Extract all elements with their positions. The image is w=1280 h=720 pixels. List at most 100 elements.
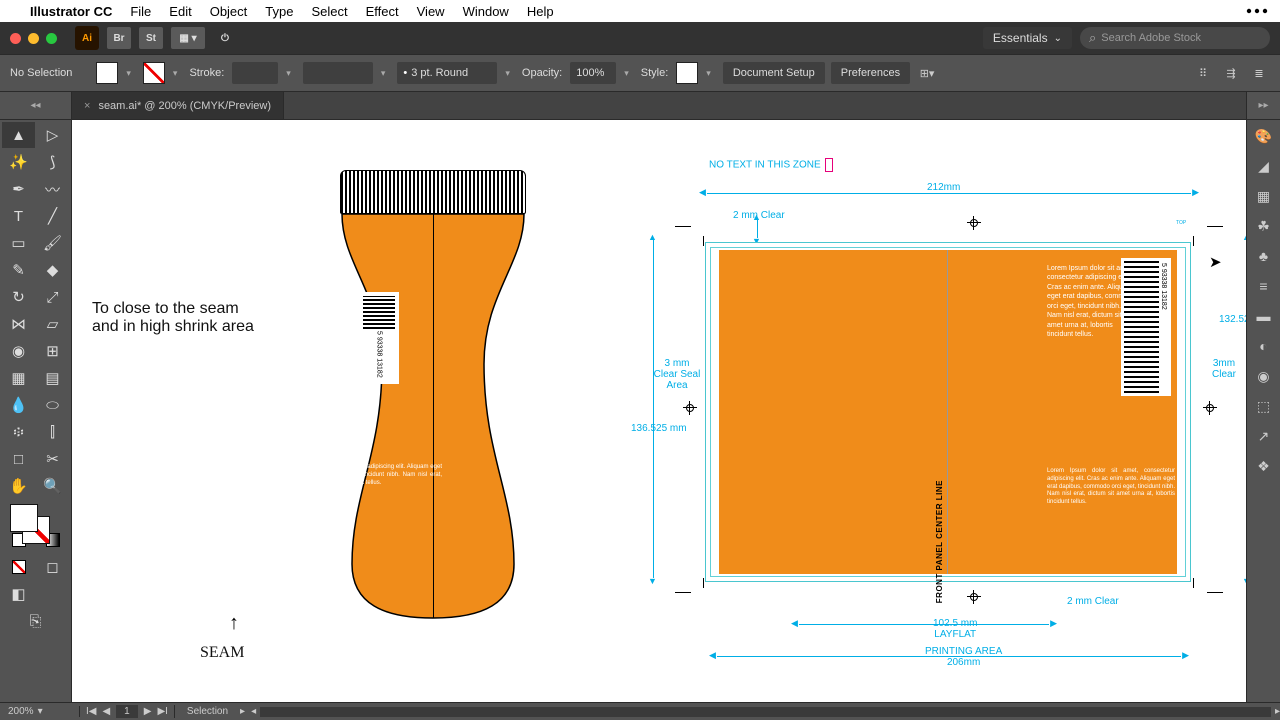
stock-button[interactable]: St bbox=[139, 27, 163, 49]
brush-field[interactable]: •3 pt. Round bbox=[397, 62, 497, 84]
perspective-tool[interactable]: ⊞ bbox=[36, 338, 69, 364]
preferences-button[interactable]: Preferences bbox=[831, 62, 910, 84]
annotation-text: To close to the seamand in high shrink a… bbox=[92, 300, 254, 336]
fill-swatch[interactable] bbox=[96, 62, 118, 84]
current-tool-label: Selection bbox=[175, 706, 240, 717]
mesh-tool[interactable]: ▦ bbox=[2, 365, 35, 391]
horizontal-scrollbar[interactable] bbox=[260, 707, 1271, 717]
close-tab-icon[interactable]: × bbox=[84, 100, 90, 112]
fill-dropdown-icon[interactable]: ▾ bbox=[126, 68, 131, 79]
arrange-documents-button[interactable]: ▦ ▾ bbox=[171, 27, 205, 49]
appearance-panel-icon[interactable]: ◉ bbox=[1254, 366, 1274, 386]
menu-type[interactable]: Type bbox=[265, 4, 293, 19]
fill-stroke-control[interactable] bbox=[2, 500, 69, 554]
app-chrome-bar: Ai Br St ▦ ▾ ⏻ Essentials Search Adobe S… bbox=[0, 22, 1280, 54]
column-graph-tool[interactable]: ⫿ bbox=[36, 419, 69, 445]
align-panel-icon[interactable]: ⇶ bbox=[1220, 62, 1242, 84]
zoom-tool[interactable]: 🔍 bbox=[36, 473, 69, 499]
macos-menubar: Illustrator CC File Edit Object Type Sel… bbox=[0, 0, 1280, 22]
stroke-swatch[interactable] bbox=[143, 62, 165, 84]
pen-tool[interactable]: ✒ bbox=[2, 176, 35, 202]
paintbrush-tool[interactable]: 🖌 bbox=[36, 230, 69, 256]
draw-mode-normal[interactable]: ◻ bbox=[36, 554, 69, 580]
artwork-dieline: NO TEXT IN THIS ZONE 212mm 2 mm Clear TO… bbox=[627, 158, 1246, 702]
menu-effect[interactable]: Effect bbox=[366, 4, 399, 19]
style-label: Style: bbox=[641, 67, 669, 79]
libraries-panel-icon[interactable]: ↗ bbox=[1254, 426, 1274, 446]
brushes-panel-icon[interactable]: ☘ bbox=[1254, 216, 1274, 236]
gradient-tool[interactable]: ▤ bbox=[36, 365, 69, 391]
transparency-panel-icon[interactable]: ◐ bbox=[1254, 336, 1274, 356]
app-menu[interactable]: Illustrator CC bbox=[30, 4, 112, 19]
zoom-level[interactable]: 200%▾ bbox=[0, 706, 80, 717]
gpu-preview-button[interactable]: ⏻ bbox=[213, 27, 237, 49]
scale-tool[interactable]: ⤢ bbox=[36, 284, 69, 310]
illustrator-icon: Ai bbox=[75, 26, 99, 50]
magic-wand-tool[interactable]: ✨ bbox=[2, 149, 35, 175]
seam-arrow-icon: ↑ bbox=[223, 612, 245, 635]
slice-tool[interactable]: ✂ bbox=[36, 446, 69, 472]
layers-panel-icon[interactable]: ❖ bbox=[1254, 456, 1274, 476]
right-panels: 🎨 ◢ ▦ ☘ ♣ ≡ ▬ ◐ ◉ ⬚ ↗ ❖ bbox=[1246, 120, 1280, 702]
symbols-panel-icon[interactable]: ♣ bbox=[1254, 246, 1274, 266]
window-controls[interactable] bbox=[10, 33, 57, 44]
canvas[interactable]: 5 93338 13182 et, consectetur adipiscing… bbox=[72, 120, 1246, 702]
symbol-sprayer-tool[interactable]: ፨ bbox=[2, 419, 35, 445]
opacity-field[interactable]: 100% bbox=[570, 62, 616, 84]
document-tab[interactable]: ×seam.ai* @ 200% (CMYK/Preview) bbox=[72, 92, 284, 119]
stroke-dropdown-icon[interactable]: ▾ bbox=[173, 68, 178, 79]
eyedropper-tool[interactable]: 💧 bbox=[2, 392, 35, 418]
menu-select[interactable]: Select bbox=[311, 4, 347, 19]
width-tool[interactable]: ⋈ bbox=[2, 311, 35, 337]
color-guide-panel-icon[interactable]: ◢ bbox=[1254, 156, 1274, 176]
macos-menu-extras-icon[interactable] bbox=[1246, 8, 1268, 14]
var-width-profile[interactable] bbox=[303, 62, 373, 84]
selection-tool[interactable]: ▲ bbox=[2, 122, 35, 148]
line-tool[interactable]: ╱ bbox=[36, 203, 69, 229]
gradient-panel-icon[interactable]: ▬ bbox=[1254, 306, 1274, 326]
status-bar: 200%▾ I◀◀ 1 ▶▶I Selection ▸ ◂ ▸ bbox=[0, 702, 1280, 720]
artboard-tool[interactable]: □ bbox=[2, 446, 35, 472]
free-transform-tool[interactable]: ▱ bbox=[36, 311, 69, 337]
transform-panel-icon[interactable]: ⠿ bbox=[1192, 62, 1214, 84]
hand-tool[interactable]: ✋ bbox=[2, 473, 35, 499]
opacity-label: Opacity: bbox=[522, 67, 562, 79]
workspace-switcher[interactable]: Essentials bbox=[983, 27, 1072, 49]
rotate-tool[interactable]: ↻ bbox=[2, 284, 35, 310]
stroke-panel-icon[interactable]: ≡ bbox=[1254, 276, 1274, 296]
blend-tool[interactable]: ⬭ bbox=[36, 392, 69, 418]
menu-window[interactable]: Window bbox=[463, 4, 509, 19]
none-mode-button[interactable] bbox=[2, 554, 35, 580]
stock-search-input[interactable]: Search Adobe Stock bbox=[1080, 27, 1270, 49]
document-setup-button[interactable]: Document Setup bbox=[723, 62, 825, 84]
shape-builder-tool[interactable]: ◉ bbox=[2, 338, 35, 364]
menu-file[interactable]: File bbox=[130, 4, 151, 19]
eraser-tool[interactable]: ◆ bbox=[36, 257, 69, 283]
swatches-panel-icon[interactable]: ▦ bbox=[1254, 186, 1274, 206]
color-panel-icon[interactable]: 🎨 bbox=[1254, 126, 1274, 146]
menu-view[interactable]: View bbox=[417, 4, 445, 19]
graphic-styles-panel-icon[interactable]: ⬚ bbox=[1254, 396, 1274, 416]
panel-menu-icon[interactable]: ≣ bbox=[1248, 62, 1270, 84]
panels-collapse-icon[interactable]: ▸▸ bbox=[1246, 92, 1280, 119]
direct-selection-tool[interactable]: ▷ bbox=[36, 122, 69, 148]
artboard-nav[interactable]: I◀◀ 1 ▶▶I bbox=[80, 705, 175, 718]
draw-mode-behind[interactable]: ◧ bbox=[2, 581, 35, 607]
lasso-tool[interactable]: ⟆ bbox=[36, 149, 69, 175]
stroke-weight-field[interactable] bbox=[232, 62, 278, 84]
curvature-tool[interactable]: 〰 bbox=[36, 176, 69, 202]
seam-label: SEAM bbox=[200, 644, 244, 662]
menu-object[interactable]: Object bbox=[210, 4, 248, 19]
style-swatch[interactable] bbox=[676, 62, 698, 84]
document-tab-row: ◂◂ ×seam.ai* @ 200% (CMYK/Preview) ▸▸ bbox=[0, 92, 1280, 120]
bridge-button[interactable]: Br bbox=[107, 27, 131, 49]
align-to-button[interactable]: ⊞▾ bbox=[916, 62, 938, 84]
shaper-tool[interactable]: ✎ bbox=[2, 257, 35, 283]
menu-help[interactable]: Help bbox=[527, 4, 554, 19]
tools-collapse-icon[interactable]: ◂◂ bbox=[0, 92, 72, 119]
type-tool[interactable]: T bbox=[2, 203, 35, 229]
screen-mode-button[interactable]: ⎘ bbox=[2, 608, 69, 634]
menu-edit[interactable]: Edit bbox=[169, 4, 191, 19]
selection-status: No Selection bbox=[10, 67, 72, 79]
rectangle-tool[interactable]: ▭ bbox=[2, 230, 35, 256]
